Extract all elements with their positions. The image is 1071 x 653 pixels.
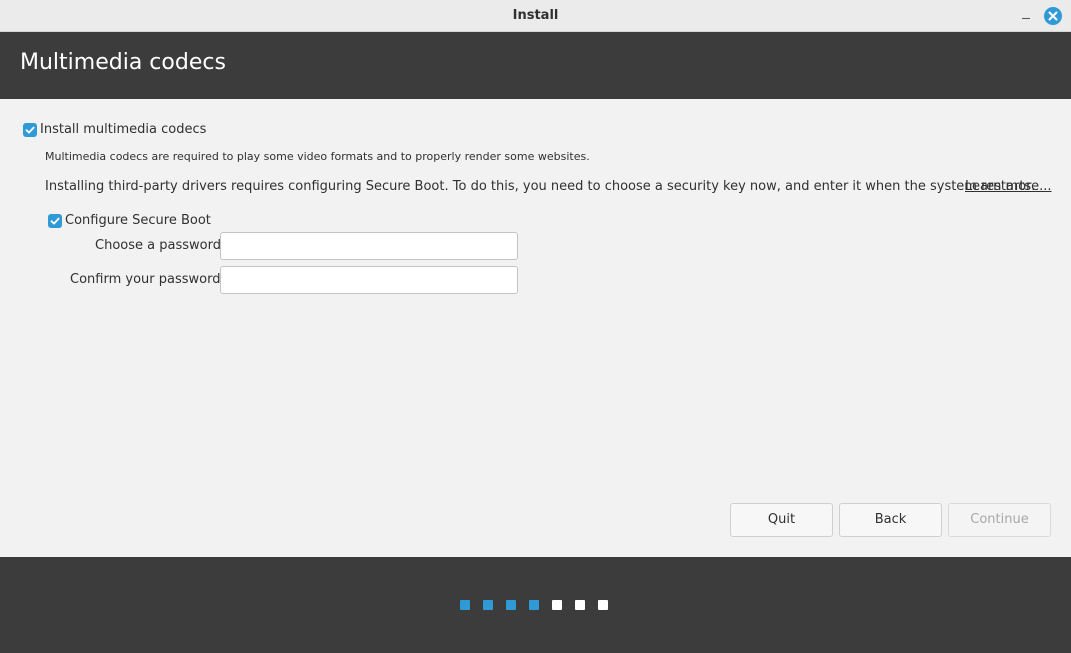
minimize-icon (1022, 18, 1030, 19)
progress-step-complete (483, 600, 493, 610)
configure-secure-boot-label[interactable]: Configure Secure Boot (65, 213, 211, 228)
install-codecs-label[interactable]: Install multimedia codecs (40, 122, 206, 137)
back-button[interactable]: Back (839, 503, 942, 537)
progress-step-complete (529, 600, 539, 610)
confirm-password-label: Confirm your password: (70, 272, 225, 287)
password-label: Choose a password: (95, 238, 226, 253)
footer (0, 557, 1071, 653)
secure-boot-notice: Installing third-party drivers requires … (45, 179, 1036, 194)
content-area: Install multimedia codecs Multimedia cod… (0, 99, 1071, 557)
checkmark-icon (50, 217, 60, 225)
progress-step-pending (575, 600, 585, 610)
progress-step-pending (552, 600, 562, 610)
close-icon (1048, 11, 1058, 21)
progress-step-pending (598, 600, 608, 610)
confirm-password-input[interactable] (220, 266, 518, 294)
checkmark-icon (25, 126, 35, 134)
installer-window: Install Multimedia codecs Install multim… (0, 0, 1071, 653)
progress-step-complete (506, 600, 516, 610)
title-bar[interactable]: Install (0, 0, 1071, 32)
learn-more-link[interactable]: Learn more... (965, 179, 1052, 194)
configure-secure-boot-checkbox[interactable] (48, 214, 62, 228)
quit-button[interactable]: Quit (730, 503, 833, 537)
progress-step-complete (460, 600, 470, 610)
progress-indicator (460, 600, 608, 610)
window-title: Install (512, 8, 559, 23)
close-button[interactable] (1044, 7, 1062, 25)
minimize-button[interactable] (1015, 8, 1037, 24)
codecs-description: Multimedia codecs are required to play s… (45, 150, 590, 163)
continue-button[interactable]: Continue (948, 503, 1051, 537)
page-header: Multimedia codecs (0, 32, 1071, 99)
install-codecs-checkbox[interactable] (23, 123, 37, 137)
page-title: Multimedia codecs (20, 50, 226, 75)
password-input[interactable] (220, 232, 518, 260)
